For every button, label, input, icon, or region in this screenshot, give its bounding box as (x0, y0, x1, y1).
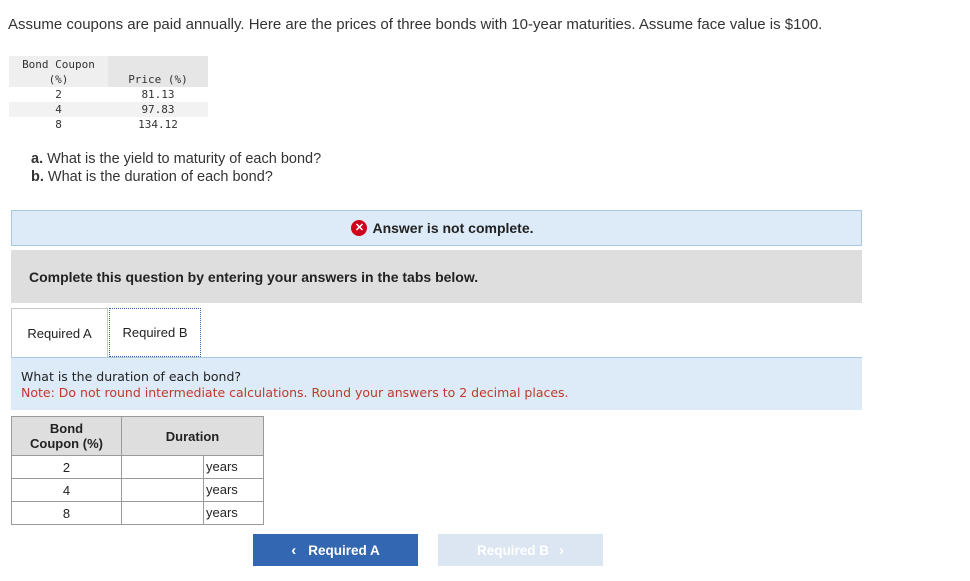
table-row: 8 134.12 (9, 117, 208, 132)
panel-question: What is the duration of each bond? (21, 369, 242, 384)
table-row: 4 years (11, 478, 264, 502)
panel-note: Note: Do not round intermediate calculat… (21, 385, 569, 400)
duration-input[interactable] (122, 502, 204, 524)
coupon-cell: 4 (11, 478, 122, 502)
instruction-bar: Complete this question by entering your … (11, 250, 862, 303)
prev-required-a-button[interactable]: ‹ Required A (253, 534, 418, 566)
coupon-cell: 2 (11, 455, 122, 479)
chevron-left-icon: ‹ (291, 541, 297, 559)
chevron-right-icon: › (559, 541, 564, 559)
coupon-cell: 8 (11, 501, 122, 525)
coupon-cell: 4 (9, 102, 108, 117)
coupon-column-header: Bond Coupon (%) (9, 56, 108, 87)
unit-label: years (206, 505, 238, 520)
tab-required-b[interactable]: Required B (109, 308, 201, 357)
unit-label: years (206, 482, 238, 497)
coupon-cell: 2 (9, 87, 108, 102)
duration-table: Bond Coupon (%) Duration 2 years 4 years (11, 416, 264, 525)
tab-required-a[interactable]: Required A (11, 308, 108, 358)
question-list: a. What is the yield to maturity of each… (31, 150, 321, 186)
bond-price-table: Bond Coupon (%) Price (%) 2 81.13 4 97.8… (9, 56, 208, 132)
price-cell: 97.83 (108, 102, 208, 117)
duration-input[interactable] (122, 479, 204, 501)
duration-cell: years (121, 455, 264, 479)
duration-cell: years (121, 501, 264, 525)
table-row: 2 81.13 (9, 87, 208, 102)
question-b: b. What is the duration of each bond? (31, 169, 273, 185)
price-cell: 81.13 (108, 87, 208, 102)
price-column-header: Price (%) (108, 56, 208, 87)
bond-coupon-header: Bond Coupon (%) (11, 416, 122, 456)
coupon-cell: 8 (9, 117, 108, 132)
unit-label: years (206, 459, 238, 474)
answer-status-bar: ✕ Answer is not complete. (11, 210, 862, 246)
question-a: a. What is the yield to maturity of each… (31, 151, 322, 167)
question-panel: What is the duration of each bond? Note:… (11, 357, 862, 410)
status-text: Answer is not complete. (372, 220, 534, 236)
price-cell: 134.12 (108, 117, 208, 132)
duration-header: Duration (121, 416, 264, 456)
next-required-b-button[interactable]: Required B › (438, 534, 603, 566)
instruction-text: Complete this question by entering your … (29, 268, 479, 285)
table-row: 4 97.83 (9, 102, 208, 117)
duration-input[interactable] (122, 456, 204, 478)
duration-cell: years (121, 478, 264, 502)
problem-intro: Assume coupons are paid annually. Here a… (8, 16, 823, 33)
table-row: 2 years (11, 455, 264, 479)
table-row: 8 years (11, 501, 264, 525)
x-circle-icon: ✕ (351, 220, 368, 236)
